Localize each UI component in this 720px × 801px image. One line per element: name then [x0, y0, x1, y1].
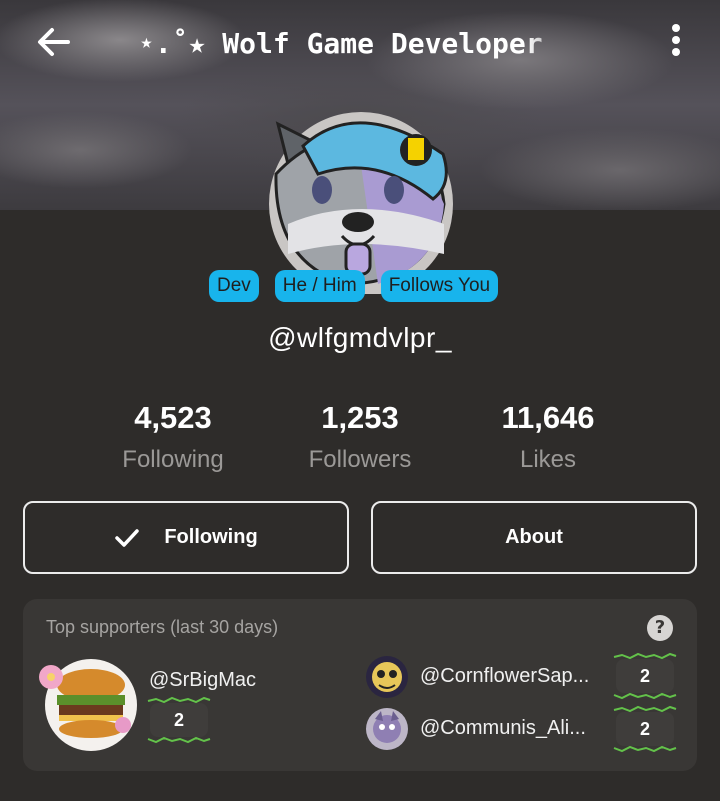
question-circle-icon[interactable]: ?: [647, 615, 673, 641]
profile-avatar[interactable]: [258, 104, 464, 294]
about-button-label: About: [505, 526, 563, 548]
supporter-name[interactable]: @Communis_Ali...: [420, 717, 604, 740]
sparkle-icon: [613, 692, 677, 700]
supporter-avatar-communis[interactable]: [365, 707, 409, 751]
supporter-count-value: 2: [173, 710, 184, 730]
stat-followers[interactable]: 1,253 Followers: [270, 396, 450, 480]
arrow-left-icon[interactable]: [34, 22, 74, 62]
stat-likes-label: Likes: [519, 446, 577, 473]
sparkle-icon: [613, 705, 677, 713]
supporter-name[interactable]: @CornflowerSap...: [420, 665, 604, 688]
top-supporters-card: Top supporters (last 30 days) ? @SrBigMa…: [23, 599, 697, 771]
checkmark-icon: [115, 528, 140, 547]
top-supporters-title: Top supporters (last 30 days): [46, 617, 279, 637]
supporter-count-value: 2: [639, 666, 650, 686]
badge-dev: Dev: [209, 270, 259, 302]
supporter-count: 2: [147, 696, 211, 744]
stat-following[interactable]: 4,523 Following: [83, 396, 263, 480]
sparkle-icon: [613, 652, 677, 660]
following-button-label: Following: [164, 526, 258, 548]
supporter-count: 2: [613, 652, 677, 700]
more-vertical-icon[interactable]: [664, 22, 688, 58]
stat-followers-value: 1,253: [321, 400, 399, 435]
stat-followers-label: Followers: [308, 446, 412, 473]
about-button[interactable]: About: [371, 501, 697, 574]
badge-pronouns: He / Him: [274, 270, 365, 302]
badge-follows-you: Follows You: [380, 270, 499, 302]
sparkle-icon: [147, 736, 211, 744]
supporter-avatar-cornflower[interactable]: [365, 655, 409, 699]
supporter-avatar-srbigmac[interactable]: [37, 655, 137, 751]
stat-likes-value: 11,646: [501, 400, 595, 435]
supporter-name[interactable]: @SrBigMac: [149, 669, 349, 692]
sparkle-icon: [613, 745, 677, 753]
profile-handle: @wlfgmdvlpr_: [268, 322, 452, 353]
profile-title: ⋆.˚★ Wolf Game Developer: [138, 27, 543, 60]
supporter-count-value: 2: [639, 719, 650, 739]
supporter-count: 2: [613, 705, 677, 753]
stat-likes[interactable]: 11,646 Likes: [458, 396, 638, 480]
sparkle-icon: [147, 696, 211, 704]
stat-following-value: 4,523: [134, 400, 212, 435]
profile-badges: Dev He / Him Follows You: [209, 270, 499, 302]
stat-following-label: Following: [122, 446, 224, 473]
following-button[interactable]: Following: [23, 501, 349, 574]
